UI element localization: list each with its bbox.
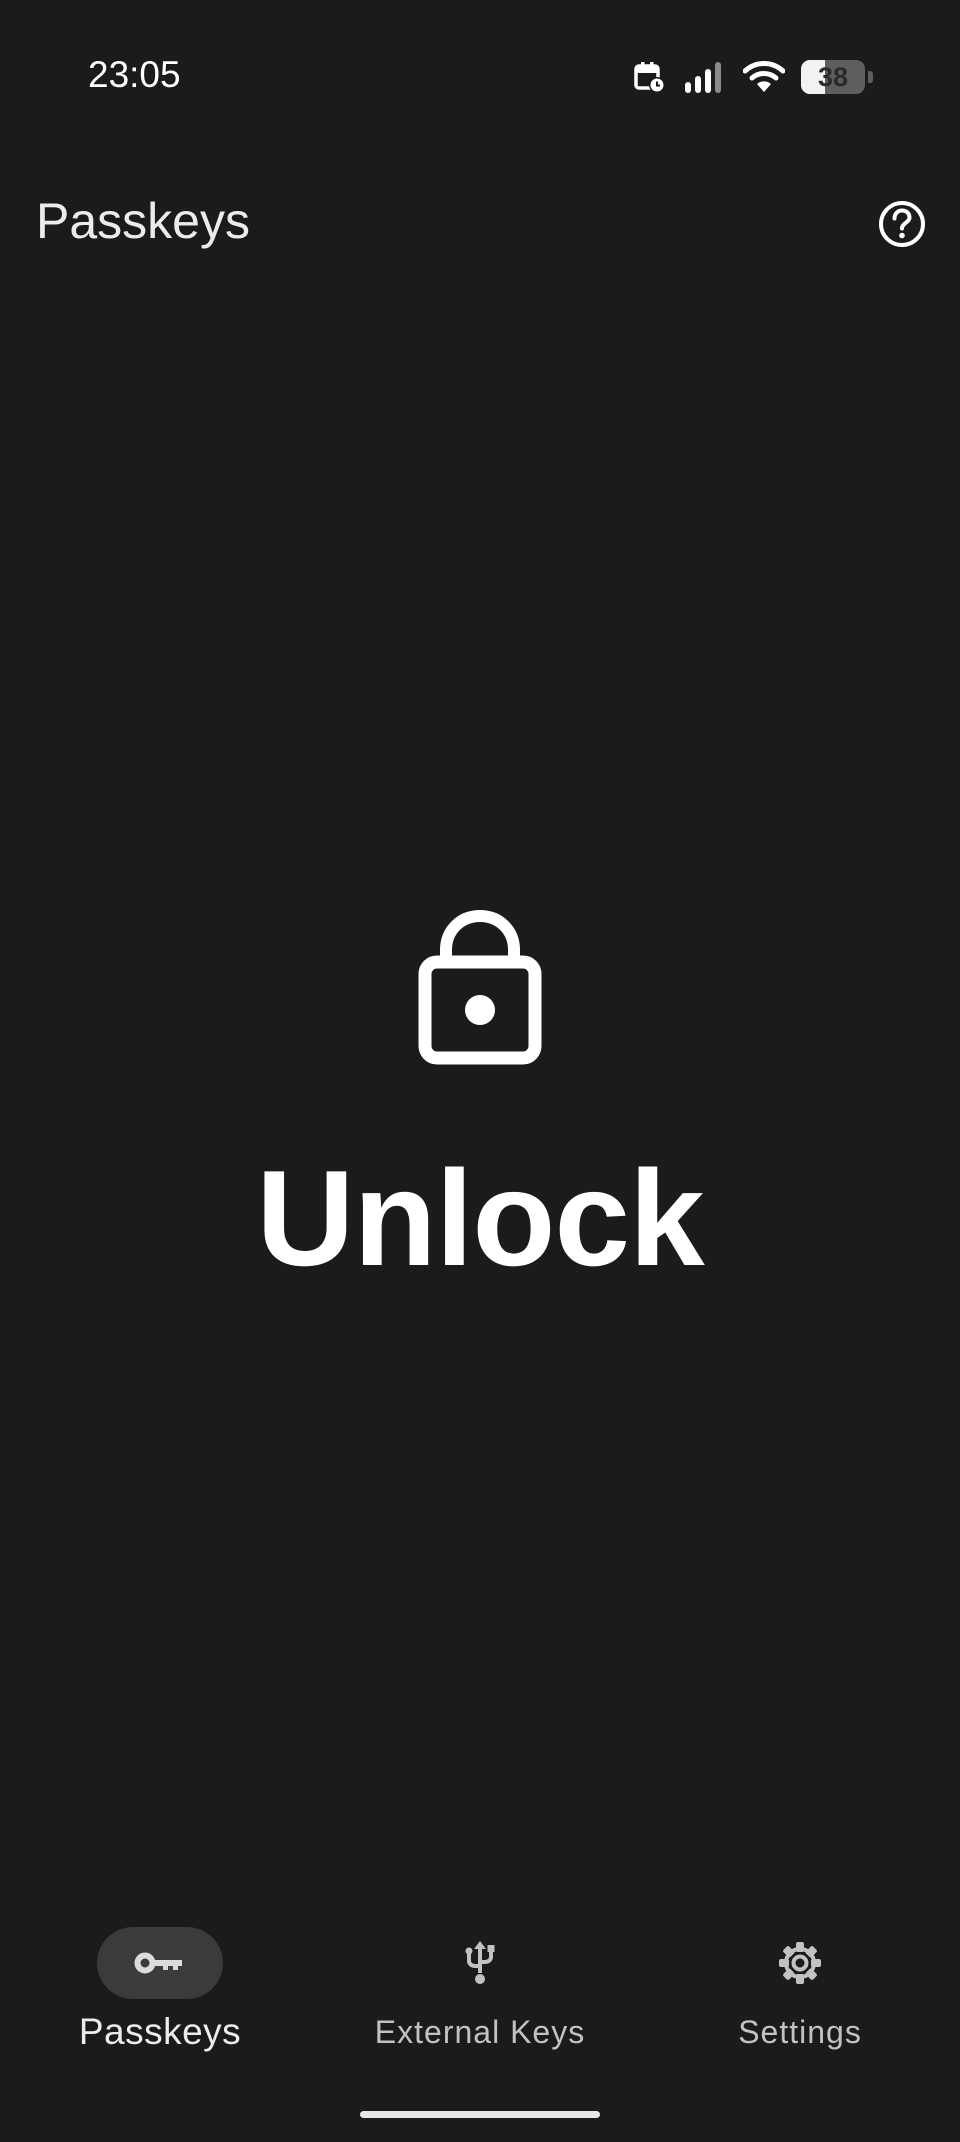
wifi-icon [743, 60, 785, 94]
nav-icon-container [737, 1927, 863, 1999]
nav-active-indicator [97, 1927, 223, 1999]
nav-icon-container [417, 1927, 543, 1999]
unlock-button[interactable]: Unlock [0, 1140, 960, 1296]
status-icons: 38 [633, 56, 873, 98]
lock-icon [416, 900, 544, 1068]
status-time: 23:05 [88, 54, 181, 95]
home-indicator[interactable] [360, 2111, 600, 2118]
bottom-navigation: Passkeys External Keys Settings [0, 1900, 960, 2100]
battery-icon: 38 [801, 60, 873, 94]
nav-item-external-keys[interactable]: External Keys [320, 1900, 640, 2070]
status-bar: 23:05 38 [0, 0, 960, 150]
top-app-bar: Passkeys [0, 170, 960, 282]
calendar-alarm-icon [633, 60, 667, 94]
help-circle-icon [874, 201, 930, 256]
nav-item-settings[interactable]: Settings [640, 1900, 960, 2070]
battery-level: 38 [817, 62, 849, 92]
nav-item-passkeys[interactable]: Passkeys [0, 1900, 320, 2070]
help-button[interactable] [874, 196, 930, 252]
nav-label-passkeys: Passkeys [78, 2011, 242, 2052]
page-title: Passkeys [36, 193, 250, 249]
cellular-signal-icon [683, 60, 727, 94]
nav-label-external-keys: External Keys [374, 2014, 586, 2050]
nav-label-settings: Settings [738, 2014, 862, 2050]
